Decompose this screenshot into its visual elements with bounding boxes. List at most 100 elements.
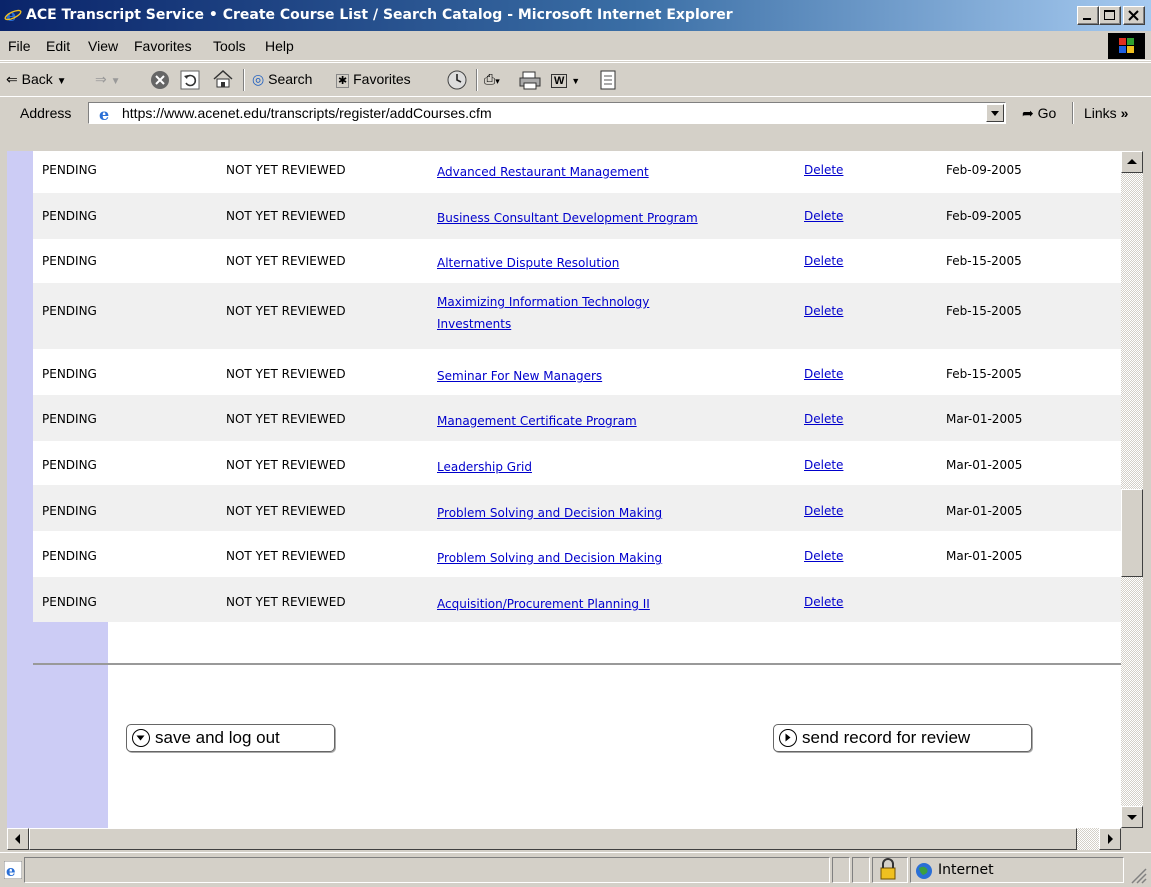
zone-label: Internet — [938, 862, 994, 878]
search-button[interactable]: ◎ Search — [252, 63, 312, 96]
review-cell: NOT YET REVIEWED — [226, 595, 346, 609]
send-for-review-button[interactable]: send record for review — [773, 724, 1032, 752]
minimize-icon — [1083, 18, 1091, 20]
course-title-link[interactable]: Business Consultant Development Program — [437, 207, 767, 229]
delete-link[interactable]: Delete — [804, 254, 843, 268]
address-label: Address — [20, 105, 72, 121]
date-cell: Mar-01-2005 — [946, 504, 1023, 518]
send-for-review-label: send record for review — [802, 728, 971, 747]
minimize-button[interactable] — [1077, 6, 1099, 25]
course-title-link[interactable]: Seminar For New Managers — [437, 365, 767, 387]
maximize-icon — [1104, 10, 1115, 20]
status-cell: PENDING — [42, 412, 97, 426]
chevron-down-icon: ▼ — [110, 76, 121, 87]
title-bar[interactable]: e ACE Transcript Service • Create Course… — [0, 0, 1151, 31]
menu-help[interactable]: Help — [265, 32, 294, 60]
delete-link[interactable]: Delete — [804, 595, 843, 609]
scroll-left-button[interactable] — [7, 828, 29, 850]
lock-icon — [880, 858, 896, 880]
page-content: PENDING NOT YET REVIEWED Advanced Restau… — [7, 151, 1121, 828]
course-title-link[interactable]: Acquisition/Procurement Planning II — [437, 593, 767, 615]
course-title-link[interactable]: Alternative Dispute Resolution — [437, 252, 767, 274]
address-dropdown[interactable] — [986, 104, 1004, 122]
course-row: PENDING NOT YET REVIEWED Problem Solving… — [33, 485, 1121, 531]
scroll-up-button[interactable] — [1121, 151, 1143, 173]
save-and-logout-button[interactable]: save and log out — [126, 724, 335, 752]
save-and-logout-label: save and log out — [155, 728, 280, 747]
close-button[interactable] — [1123, 6, 1145, 25]
menu-tools[interactable]: Tools — [213, 32, 246, 60]
course-title-link[interactable]: Problem Solving and Decision Making — [437, 547, 767, 569]
course-title-link[interactable]: Advanced Restaurant Management — [437, 161, 767, 183]
status-cell: PENDING — [42, 254, 97, 268]
resize-grip-icon[interactable] — [1128, 865, 1148, 885]
delete-link[interactable]: Delete — [804, 504, 843, 518]
delete-link[interactable]: Delete — [804, 163, 843, 177]
delete-link[interactable]: Delete — [804, 549, 843, 563]
favorites-button[interactable]: ✱ Favorites — [336, 63, 411, 96]
status-cell: PENDING — [42, 458, 97, 472]
course-row: PENDING NOT YET REVIEWED Maximizing Info… — [33, 283, 1121, 349]
delete-link[interactable]: Delete — [804, 304, 843, 318]
word-icon: W — [551, 74, 568, 88]
menu-bar: File Edit View Favorites Tools Help — [0, 32, 1151, 61]
mail-button[interactable]: ⎙▾ — [484, 63, 500, 96]
course-title-link[interactable]: Maximizing Information Technology Invest… — [437, 291, 727, 335]
delete-link[interactable]: Delete — [804, 412, 843, 426]
print-icon[interactable] — [519, 70, 541, 90]
delete-link[interactable]: Delete — [804, 367, 843, 381]
forward-button[interactable]: ⇒ ▼ — [95, 63, 121, 96]
toolbar-separator — [243, 69, 245, 91]
date-cell: Feb-15-2005 — [946, 254, 1022, 268]
delete-link[interactable]: Delete — [804, 458, 843, 472]
address-url: https://www.acenet.edu/transcripts/regis… — [122, 105, 492, 121]
vertical-scrollbar[interactable] — [1121, 151, 1143, 828]
status-text-panel — [24, 857, 830, 883]
scroll-right-button[interactable] — [1099, 828, 1121, 850]
scroll-down-button[interactable] — [1121, 806, 1143, 828]
horizontal-scrollbar[interactable] — [7, 828, 1121, 850]
window-title: ACE Transcript Service • Create Course L… — [26, 7, 733, 23]
history-icon[interactable] — [446, 69, 468, 91]
toolbar-separator — [476, 69, 478, 91]
edit-word-button[interactable]: W ▼ — [551, 63, 580, 96]
back-button[interactable]: ⇐ Back ▼ — [6, 63, 67, 96]
status-cell: PENDING — [42, 595, 97, 609]
windows-logo-icon — [1108, 33, 1145, 59]
chevron-down-icon: ▼ — [56, 76, 67, 87]
menu-file[interactable]: File — [8, 32, 31, 60]
review-cell: NOT YET REVIEWED — [226, 412, 346, 426]
vertical-scroll-thumb[interactable] — [1121, 489, 1143, 577]
delete-link[interactable]: Delete — [804, 209, 843, 223]
horizontal-scroll-thumb[interactable] — [29, 828, 1077, 850]
scrollbar-corner — [1121, 828, 1143, 850]
course-title-link[interactable]: Management Certificate Program — [437, 410, 767, 432]
status-cell: PENDING — [42, 367, 97, 381]
links-button[interactable]: Links » — [1084, 97, 1128, 129]
chevron-down-icon — [991, 111, 999, 116]
menu-edit[interactable]: Edit — [46, 32, 70, 60]
course-title-link[interactable]: Leadership Grid — [437, 456, 767, 478]
menu-view[interactable]: View — [88, 32, 118, 60]
date-cell: Mar-01-2005 — [946, 549, 1023, 563]
course-row: PENDING NOT YET REVIEWED Management Cert… — [33, 395, 1121, 441]
status-bar: e Internet — [0, 852, 1151, 887]
date-cell: Feb-09-2005 — [946, 163, 1022, 177]
status-cell: PENDING — [42, 209, 97, 223]
go-button[interactable]: ➦ Go — [1022, 97, 1056, 129]
forward-arrow-icon: ⇒ — [95, 71, 107, 87]
review-cell: NOT YET REVIEWED — [226, 367, 346, 381]
sidebar-strip-lower — [33, 622, 108, 828]
status-cell: PENDING — [42, 549, 97, 563]
stop-icon[interactable] — [150, 70, 170, 90]
maximize-button[interactable] — [1099, 6, 1121, 25]
course-row: PENDING NOT YET REVIEWED Alternative Dis… — [33, 239, 1121, 283]
home-icon[interactable] — [212, 69, 234, 89]
refresh-icon[interactable] — [180, 70, 200, 90]
course-title-link[interactable]: Problem Solving and Decision Making — [437, 502, 767, 524]
menu-favorites[interactable]: Favorites — [134, 32, 192, 60]
play-circle-icon — [779, 729, 797, 747]
security-panel — [872, 857, 908, 883]
ie-logo-icon: e — [4, 6, 22, 24]
discuss-icon[interactable] — [599, 70, 617, 90]
